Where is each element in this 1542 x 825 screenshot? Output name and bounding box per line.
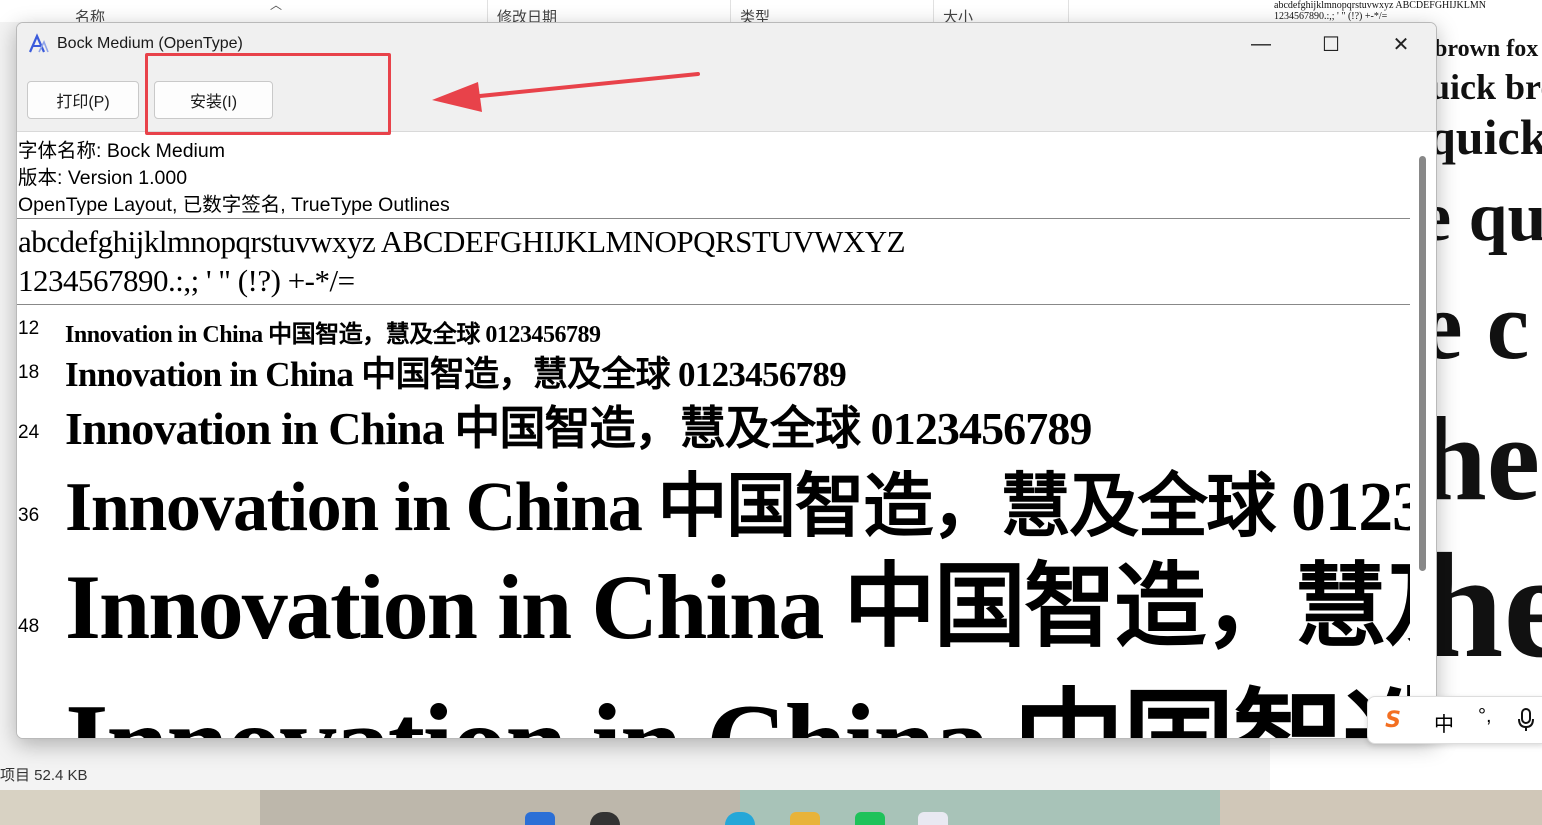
- ime-language-toggle[interactable]: 中: [1434, 708, 1454, 737]
- ime-toolbar: S 中 °,: [1367, 696, 1542, 744]
- ime-punctuation-toggle[interactable]: °,: [1478, 705, 1492, 728]
- microphone-icon[interactable]: [1518, 708, 1534, 732]
- annotation-arrow: [432, 72, 700, 112]
- ime-logo-icon[interactable]: S: [1380, 707, 1406, 733]
